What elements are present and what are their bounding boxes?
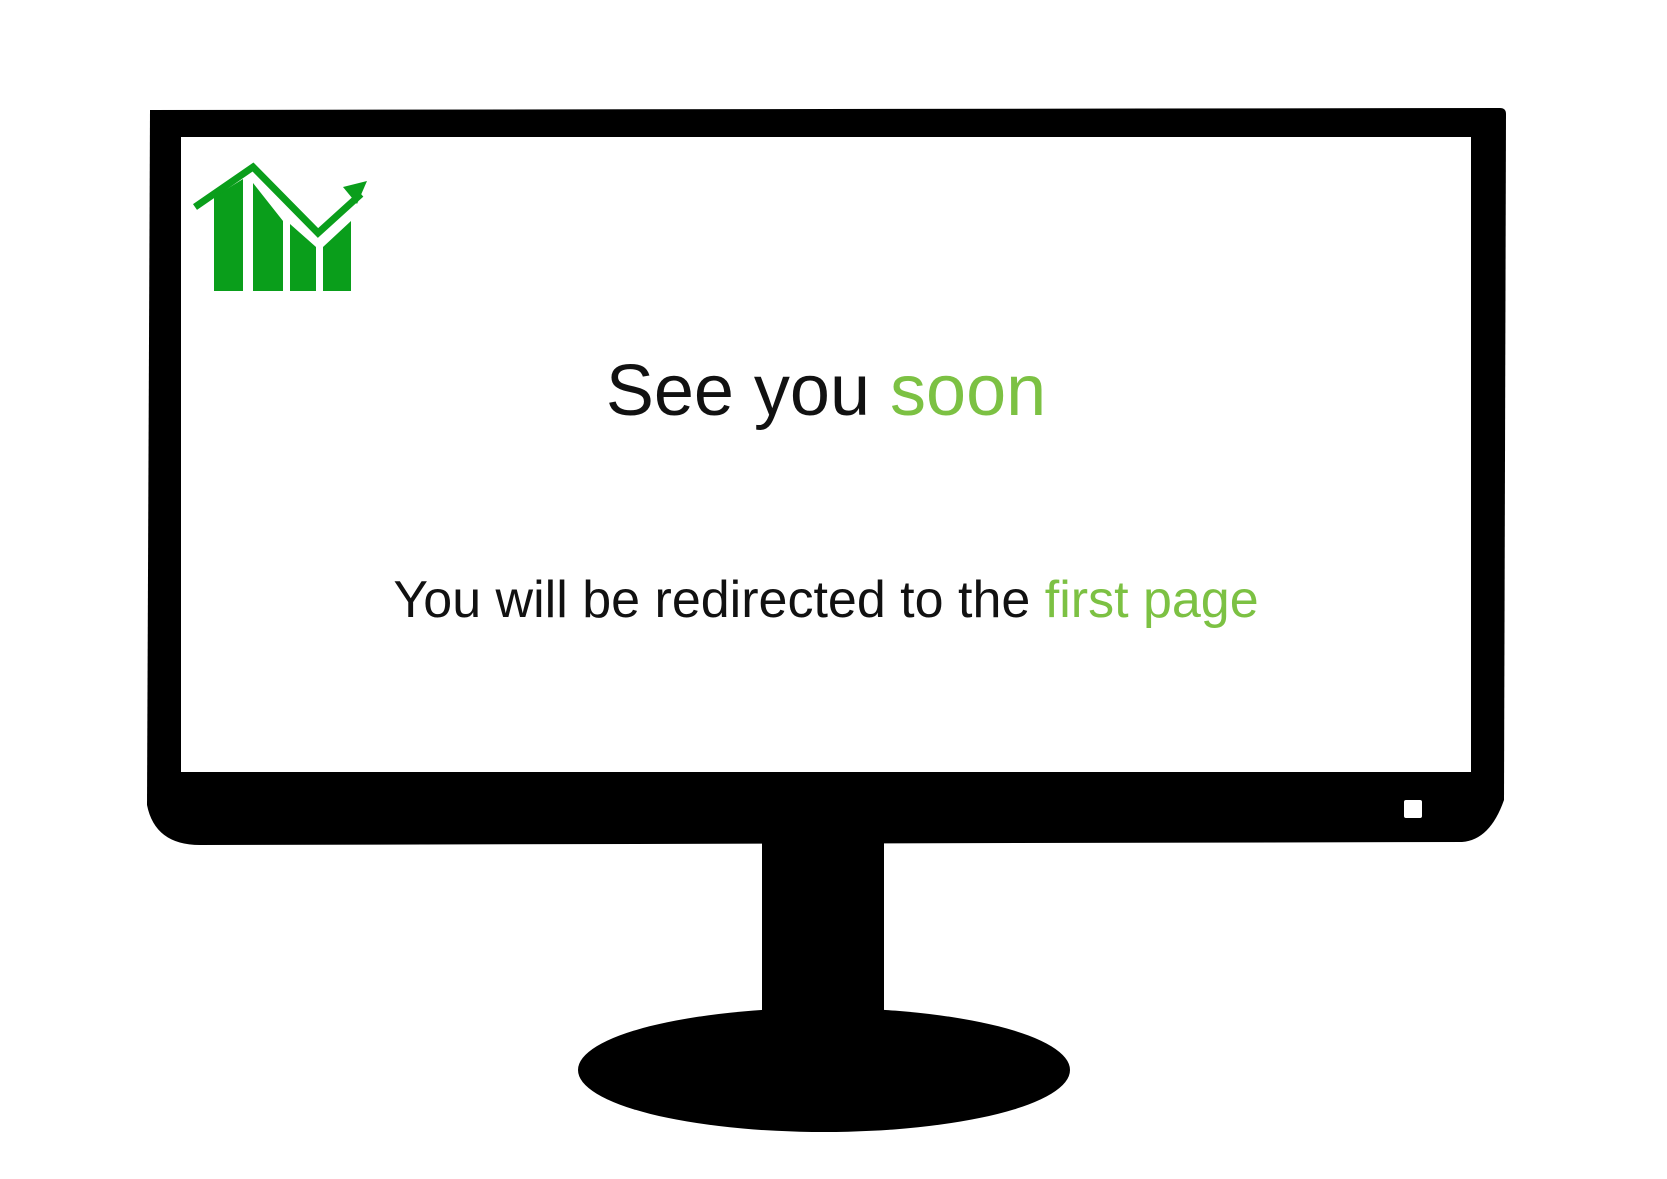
monitor-stand-base	[578, 1008, 1070, 1132]
monitor-screen: See you soon You will be redirected to t…	[181, 137, 1471, 772]
redirect-message: You will be redirected to the first page	[181, 574, 1471, 626]
headline-prefix: See you	[605, 351, 871, 431]
rising-bar-chart-icon	[193, 162, 367, 291]
headline-highlight: soon	[890, 351, 1047, 431]
redirect-message-prefix: You will be redirected to the	[393, 571, 1031, 629]
headline: See you soon	[181, 355, 1471, 427]
redirect-message-link[interactable]: first page	[1045, 571, 1259, 629]
monitor-stand-neck	[762, 840, 884, 1015]
power-button[interactable]	[1404, 800, 1422, 818]
